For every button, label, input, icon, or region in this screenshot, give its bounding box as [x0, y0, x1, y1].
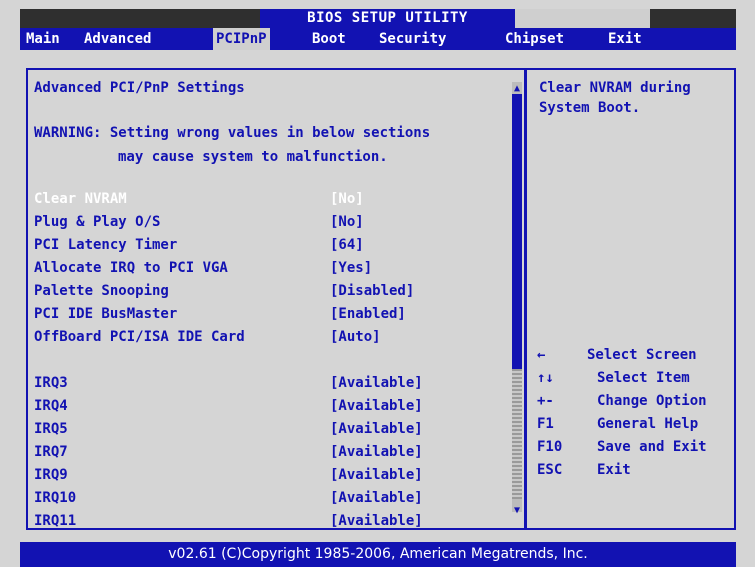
warning-line-1: WARNING: Setting wrong values in below s…: [34, 125, 431, 141]
tab-main[interactable]: Main: [26, 28, 60, 50]
irq11-value[interactable]: [Available]: [330, 513, 423, 529]
section-title: Advanced PCI/PnP Settings: [34, 80, 245, 96]
setting-pnp-os-label[interactable]: Plug & Play O/S: [34, 214, 160, 230]
scroll-up-arrow-icon[interactable]: ▲: [511, 83, 523, 95]
irq7-label[interactable]: IRQ7: [34, 444, 68, 460]
key-general-help: General Help: [597, 416, 699, 432]
setting-pci-latency-value[interactable]: [64]: [330, 237, 364, 253]
irq11-label[interactable]: IRQ11: [34, 513, 76, 529]
irq5-value[interactable]: [Available]: [330, 421, 423, 437]
irq4-label[interactable]: IRQ4: [34, 398, 68, 414]
key-f1: F1: [537, 416, 554, 432]
key-left-arrow-icon: ←: [537, 347, 546, 363]
key-esc: ESC: [537, 462, 563, 478]
tab-chipset[interactable]: Chipset: [505, 28, 564, 50]
key-save-and-exit: Save and Exit: [597, 439, 707, 455]
irq3-value[interactable]: [Available]: [330, 375, 423, 391]
irq5-label[interactable]: IRQ5: [34, 421, 68, 437]
tab-security[interactable]: Security: [379, 28, 446, 50]
copyright-footer: v02.61 (C)Copyright 1985-2006, American …: [20, 542, 736, 567]
key-exit: Exit: [597, 462, 631, 478]
tab-advanced[interactable]: Advanced: [84, 28, 151, 50]
irq7-value[interactable]: [Available]: [330, 444, 423, 460]
setting-offboard-ide-label[interactable]: OffBoard PCI/ISA IDE Card: [34, 329, 245, 345]
tab-exit[interactable]: Exit: [608, 28, 642, 50]
menu-bar: Main Advanced PCIPnP Boot Security Chips…: [20, 28, 736, 50]
setting-ide-busmaster-value[interactable]: [Enabled]: [330, 306, 406, 322]
warning-line-2: may cause system to malfunction.: [118, 149, 388, 165]
bios-screen: BIOS SETUP UTILITY Main Advanced PCIPnP …: [0, 0, 755, 567]
title-bar: BIOS SETUP UTILITY: [20, 9, 736, 28]
irq10-value[interactable]: [Available]: [330, 490, 423, 506]
setting-ide-busmaster-label[interactable]: PCI IDE BusMaster: [34, 306, 177, 322]
key-change-option: Change Option: [597, 393, 707, 409]
settings-frame: Advanced PCI/PnP Settings WARNING: Setti…: [26, 68, 526, 530]
scrollbar-thumb[interactable]: [512, 94, 522, 369]
setting-palette-snooping-label[interactable]: Palette Snooping: [34, 283, 169, 299]
key-select-screen: Select Screen: [587, 347, 697, 363]
irq3-label[interactable]: IRQ3: [34, 375, 68, 391]
help-text-line-2: System Boot.: [539, 100, 641, 116]
setting-irq-vga-value[interactable]: [Yes]: [330, 260, 372, 276]
irq4-value[interactable]: [Available]: [330, 398, 423, 414]
title-bar-right-block: [515, 9, 650, 28]
tab-boot[interactable]: Boot: [312, 28, 346, 50]
key-select-item: Select Item: [597, 370, 690, 386]
irq9-value[interactable]: [Available]: [330, 467, 423, 483]
help-text-line-1: Clear NVRAM during: [539, 80, 691, 96]
setting-pci-latency-label[interactable]: PCI Latency Timer: [34, 237, 177, 253]
scrollbar-lower-track[interactable]: [512, 369, 522, 499]
setting-clear-nvram-value[interactable]: [No]: [330, 191, 364, 207]
content-panel: Advanced PCI/PnP Settings WARNING: Setti…: [20, 50, 736, 536]
app-title: BIOS SETUP UTILITY: [260, 9, 515, 28]
irq9-label[interactable]: IRQ9: [34, 467, 68, 483]
key-f10: F10: [537, 439, 563, 455]
setting-offboard-ide-value[interactable]: [Auto]: [330, 329, 381, 345]
irq10-label[interactable]: IRQ10: [34, 490, 76, 506]
setting-pnp-os-value[interactable]: [No]: [330, 214, 364, 230]
setting-palette-snooping-value[interactable]: [Disabled]: [330, 283, 414, 299]
tab-pcipnp[interactable]: PCIPnP: [213, 28, 270, 50]
key-up-down-arrow-icon: ↑↓: [537, 370, 554, 386]
setting-irq-vga-label[interactable]: Allocate IRQ to PCI VGA: [34, 260, 228, 276]
scroll-down-arrow-icon[interactable]: ▼: [511, 505, 523, 517]
help-frame: Clear NVRAM during System Boot. ← Select…: [525, 68, 736, 530]
setting-clear-nvram-label[interactable]: Clear NVRAM: [34, 191, 127, 207]
key-plus-minus: +-: [537, 393, 554, 409]
